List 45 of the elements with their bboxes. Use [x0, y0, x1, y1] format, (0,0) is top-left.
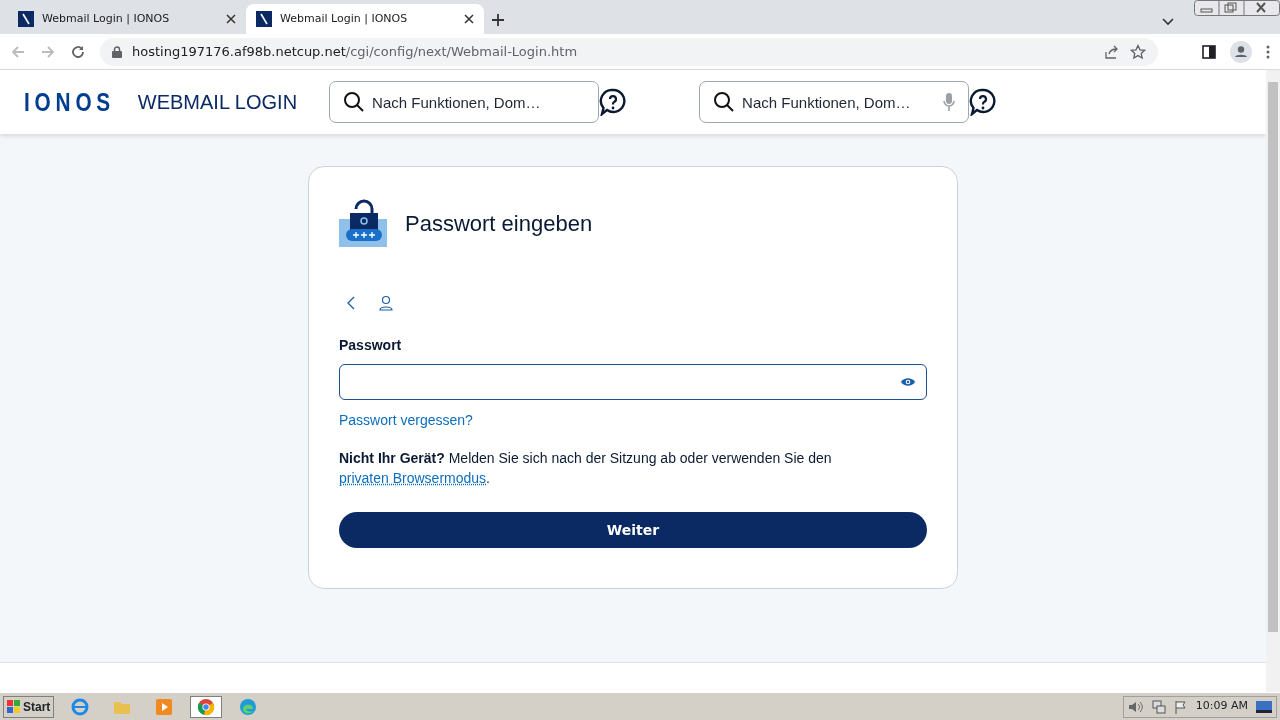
windows-logo-icon — [7, 699, 21, 714]
search-icon — [343, 91, 366, 113]
window-controls-icon[interactable] — [1194, 0, 1280, 16]
reload-icon[interactable] — [70, 43, 86, 60]
eye-icon[interactable] — [900, 377, 916, 387]
private-device-notice: Nicht Ihr Gerät? Melden Sie sich nach der Sitzung ab oder verwenden Sie den privaten Browsermodus. — [339, 449, 833, 488]
start-button[interactable]: Start — [3, 695, 55, 718]
scrollbar[interactable] — [1266, 70, 1280, 692]
back-chevron-icon[interactable] — [347, 296, 355, 310]
favicon-icon — [256, 11, 272, 27]
clock: 10:09 AM — [1195, 698, 1248, 715]
profile-icon[interactable] — [1230, 40, 1252, 63]
search-icon — [713, 91, 736, 113]
browser-tab[interactable]: Webmail Login | IONOS — [8, 4, 246, 34]
favicon-icon — [18, 11, 34, 27]
help-icon[interactable] — [599, 88, 628, 116]
search-field[interactable]: Nach Funktionen, Dom… — [329, 81, 600, 123]
lock-icon[interactable] — [112, 45, 122, 58]
logo[interactable]: IONOS — [24, 82, 116, 122]
menu-icon[interactable] — [1266, 44, 1270, 59]
share-icon[interactable] — [1104, 43, 1120, 60]
continue-button[interactable]: Weiter — [339, 512, 927, 548]
forgot-password-link[interactable]: Passwort vergessen? — [339, 412, 473, 428]
show-desktop-icon[interactable] — [1256, 700, 1272, 713]
flag-icon[interactable] — [1173, 699, 1188, 714]
close-icon[interactable] — [464, 14, 474, 24]
network-icon[interactable] — [1151, 699, 1166, 714]
browser-tab[interactable]: Webmail Login | IONOS — [246, 4, 484, 34]
speaker-icon[interactable] — [1127, 699, 1144, 714]
user-icon[interactable] — [379, 295, 393, 311]
tab-search-icon[interactable] — [1162, 18, 1174, 26]
page-title: WEBMAIL LOGIN — [137, 90, 298, 115]
microphone-icon[interactable] — [943, 92, 956, 112]
chrome-taskbar-icon[interactable] — [190, 695, 223, 718]
close-icon[interactable] — [226, 14, 236, 24]
card-heading: Passwort eingeben — [405, 209, 593, 238]
padlock-password-icon — [339, 199, 389, 247]
new-tab-icon[interactable] — [492, 14, 504, 26]
field-label: Passwort — [339, 336, 403, 355]
search-field[interactable]: Nach Funktionen, Dom… — [699, 81, 970, 123]
star-icon[interactable] — [1130, 43, 1146, 60]
side-panel-icon[interactable] — [1202, 44, 1216, 59]
address-bar[interactable]: hosting197176.af98b.netcup.net/cgi/config/next/Webmail-Login.htm — [100, 37, 1158, 66]
help-icon[interactable] — [969, 88, 998, 116]
password-field[interactable] — [339, 364, 927, 400]
